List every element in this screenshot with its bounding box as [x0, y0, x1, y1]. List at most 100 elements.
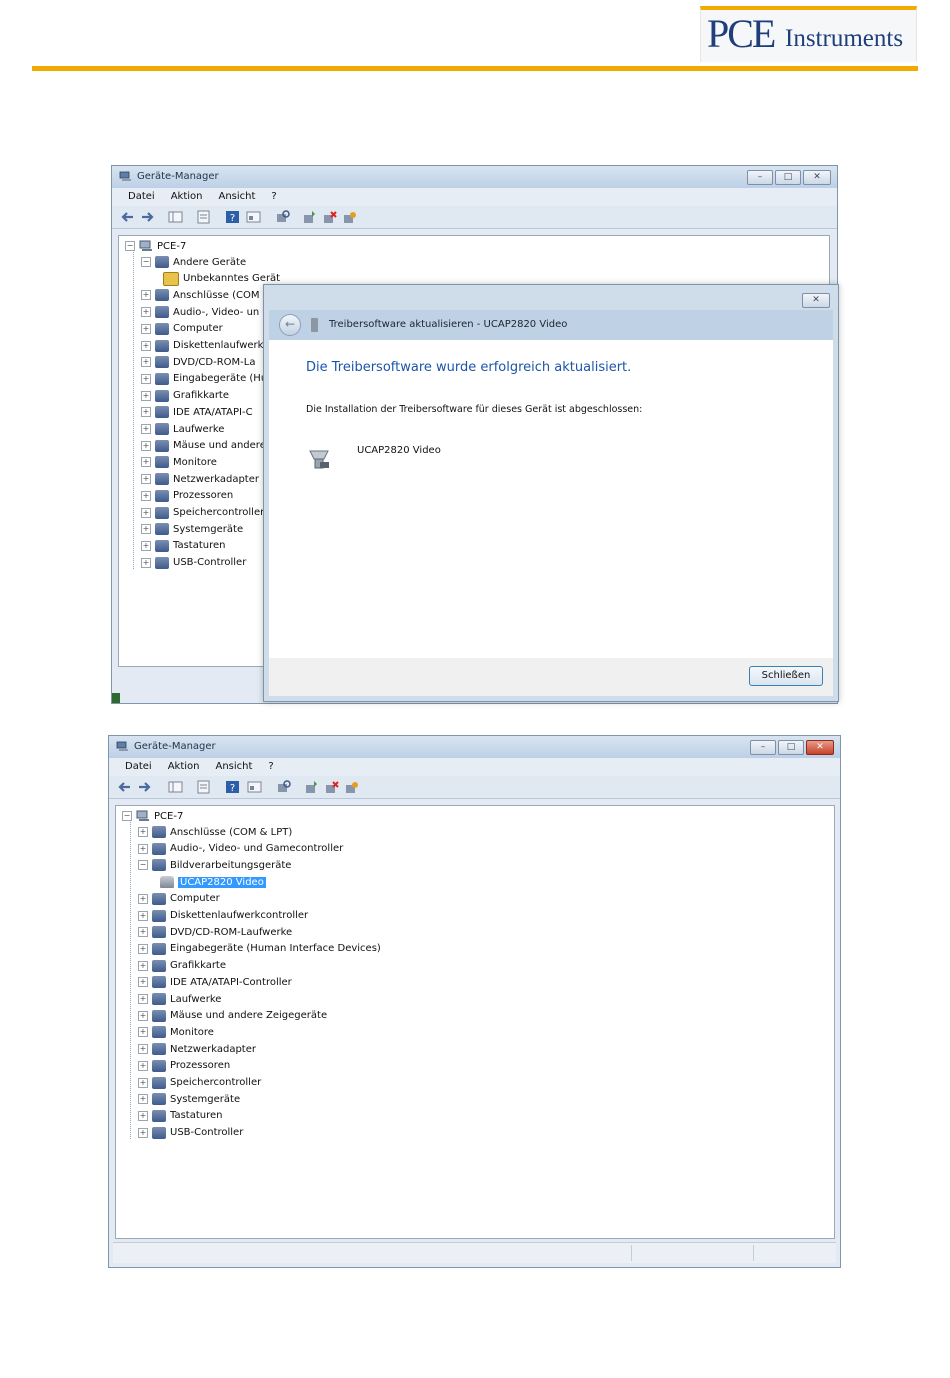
tree-category-item[interactable]: + Diskettenlaufwerk [141, 338, 263, 354]
tree-root[interactable]: − PCE-7 [125, 238, 186, 254]
tree-category-item[interactable]: + USB-Controller [141, 555, 246, 571]
tree-category-item[interactable]: − Andere Geräte [141, 254, 246, 270]
collapse-toggle[interactable]: − [122, 811, 132, 821]
expand-toggle[interactable]: + [138, 943, 148, 954]
expand-toggle[interactable]: + [138, 843, 148, 854]
properties-sheet-icon[interactable] [196, 210, 211, 224]
menu-ansicht[interactable]: Ansicht [210, 188, 263, 206]
help-icon[interactable]: ? [225, 780, 240, 794]
properties-sheet-icon[interactable] [196, 780, 211, 794]
expand-toggle[interactable]: + [138, 827, 148, 837]
tree-category-item[interactable]: + Laufwerke [141, 421, 224, 437]
tree-category-item[interactable]: + Monitore [141, 454, 217, 470]
tree-category-item[interactable]: + Audio-, Video- und Gamecontroller [138, 841, 343, 857]
expand-toggle[interactable]: + [141, 323, 151, 334]
collapse-toggle[interactable]: − [138, 860, 148, 871]
scan-hardware-icon[interactable] [275, 210, 290, 224]
expand-toggle[interactable]: + [141, 440, 151, 451]
maximize-button[interactable]: □ [778, 740, 804, 755]
expand-toggle[interactable]: + [141, 290, 151, 301]
tree-category-item[interactable]: + Grafikkarte [138, 958, 226, 974]
tree-category-item[interactable]: + Anschlüsse (COM [141, 287, 259, 303]
expand-toggle[interactable]: + [138, 1127, 148, 1138]
close-button[interactable]: ✕ [806, 740, 834, 755]
help-icon[interactable]: ? [225, 210, 240, 224]
tree-category-item[interactable]: + Mäuse und andere [141, 438, 266, 454]
expand-toggle[interactable]: + [138, 1094, 148, 1105]
tree-category-item[interactable]: + Computer [141, 321, 223, 337]
expand-toggle[interactable]: + [138, 1044, 148, 1055]
expand-toggle[interactable]: + [138, 1110, 148, 1121]
expand-toggle[interactable]: + [141, 307, 151, 318]
menu-ansicht[interactable]: Ansicht [207, 758, 260, 776]
tree-category-item[interactable]: + Computer [138, 891, 220, 907]
collapse-toggle[interactable]: − [125, 241, 135, 251]
minimize-button[interactable]: – [747, 170, 773, 185]
device-tree-pane[interactable]: − PCE-7 + Anschlüsse (COM & LPT) + Audio-, … [115, 805, 835, 1239]
tree-category-item[interactable]: + Laufwerke [138, 991, 221, 1007]
maximize-button[interactable]: □ [775, 170, 801, 185]
minimize-button[interactable]: – [750, 740, 776, 755]
expand-toggle[interactable]: + [141, 507, 151, 518]
tree-category-item[interactable]: + Eingabegeräte (Human Interface Devices) [138, 941, 381, 957]
disable-device-icon[interactable] [342, 210, 357, 224]
expand-toggle[interactable]: + [141, 490, 151, 501]
tree-category-item[interactable]: + Systemgeräte [138, 1091, 240, 1107]
expand-toggle[interactable]: + [141, 373, 151, 384]
back-arrow-icon[interactable] [117, 780, 132, 794]
expand-toggle[interactable]: + [141, 340, 151, 351]
console-tree-icon[interactable] [168, 210, 183, 224]
menu-help[interactable]: ? [263, 188, 284, 206]
menu-help[interactable]: ? [260, 758, 281, 776]
uninstall-icon[interactable] [322, 210, 337, 224]
tree-category-item[interactable]: + Diskettenlaufwerkcontroller [138, 908, 308, 924]
expand-toggle[interactable]: + [141, 540, 151, 551]
menu-aktion[interactable]: Aktion [160, 758, 208, 776]
console-tree-icon[interactable] [168, 780, 183, 794]
expand-toggle[interactable]: + [141, 390, 151, 401]
expand-toggle[interactable]: + [141, 457, 151, 468]
expand-toggle[interactable]: + [138, 893, 148, 904]
expand-toggle[interactable]: + [138, 977, 148, 988]
tree-category-item[interactable]: + Mäuse und andere Zeigegeräte [138, 1008, 327, 1024]
expand-toggle[interactable]: + [138, 910, 148, 921]
uninstall-icon[interactable] [324, 780, 339, 794]
expand-toggle[interactable]: + [138, 1060, 148, 1071]
expand-toggle[interactable]: + [141, 557, 151, 568]
expand-toggle[interactable]: + [138, 960, 148, 971]
expand-toggle[interactable]: + [141, 424, 151, 434]
tree-category-item[interactable]: + USB-Controller [138, 1125, 243, 1141]
tree-category-item[interactable]: + Anschlüsse (COM & LPT) [138, 824, 292, 840]
dialog-close-button[interactable]: ✕ [802, 293, 830, 308]
tree-category-item[interactable]: + Monitore [138, 1024, 214, 1040]
tree-category-item[interactable]: − Bildverarbeitungsgeräte [138, 857, 291, 873]
tree-category-item[interactable]: + Netzwerkadapter [141, 471, 259, 487]
tree-category-item[interactable]: + DVD/CD-ROM-Laufwerke [138, 924, 292, 940]
tree-category-item[interactable]: + Netzwerkadapter [138, 1041, 256, 1057]
scan-hardware-icon[interactable] [276, 780, 291, 794]
expand-toggle[interactable]: + [138, 1010, 148, 1021]
tree-root[interactable]: − PCE-7 [122, 808, 183, 824]
menu-datei[interactable]: Datei [117, 758, 160, 776]
title-bar[interactable]: Geräte-Manager – □ ✕ [112, 166, 837, 188]
tree-category-item[interactable]: + Speichercontroller [141, 505, 264, 521]
back-arrow-icon[interactable] [120, 210, 135, 224]
tree-category-item[interactable]: + Prozessoren [141, 488, 233, 504]
view-icon[interactable] [247, 780, 262, 794]
title-bar[interactable]: Geräte-Manager – □ ✕ [109, 736, 840, 758]
expand-toggle[interactable]: + [138, 1027, 148, 1038]
tree-category-item[interactable]: + Grafikkarte [141, 388, 229, 404]
expand-toggle[interactable]: + [138, 927, 148, 938]
update-driver-icon[interactable] [304, 780, 319, 794]
tree-category-item[interactable]: + Speichercontroller [138, 1075, 261, 1091]
collapse-toggle[interactable]: − [141, 257, 151, 267]
tree-category-item[interactable]: + Tastaturen [138, 1108, 222, 1124]
menu-aktion[interactable]: Aktion [163, 188, 211, 206]
expand-toggle[interactable]: + [141, 524, 151, 535]
tree-category-item[interactable]: + Prozessoren [138, 1058, 230, 1074]
disable-device-icon[interactable] [344, 780, 359, 794]
tree-category-item[interactable]: + Eingabegeräte (Hu [141, 371, 267, 387]
expand-toggle[interactable]: + [141, 357, 151, 368]
expand-toggle[interactable]: + [141, 474, 151, 485]
forward-arrow-icon[interactable] [137, 780, 152, 794]
